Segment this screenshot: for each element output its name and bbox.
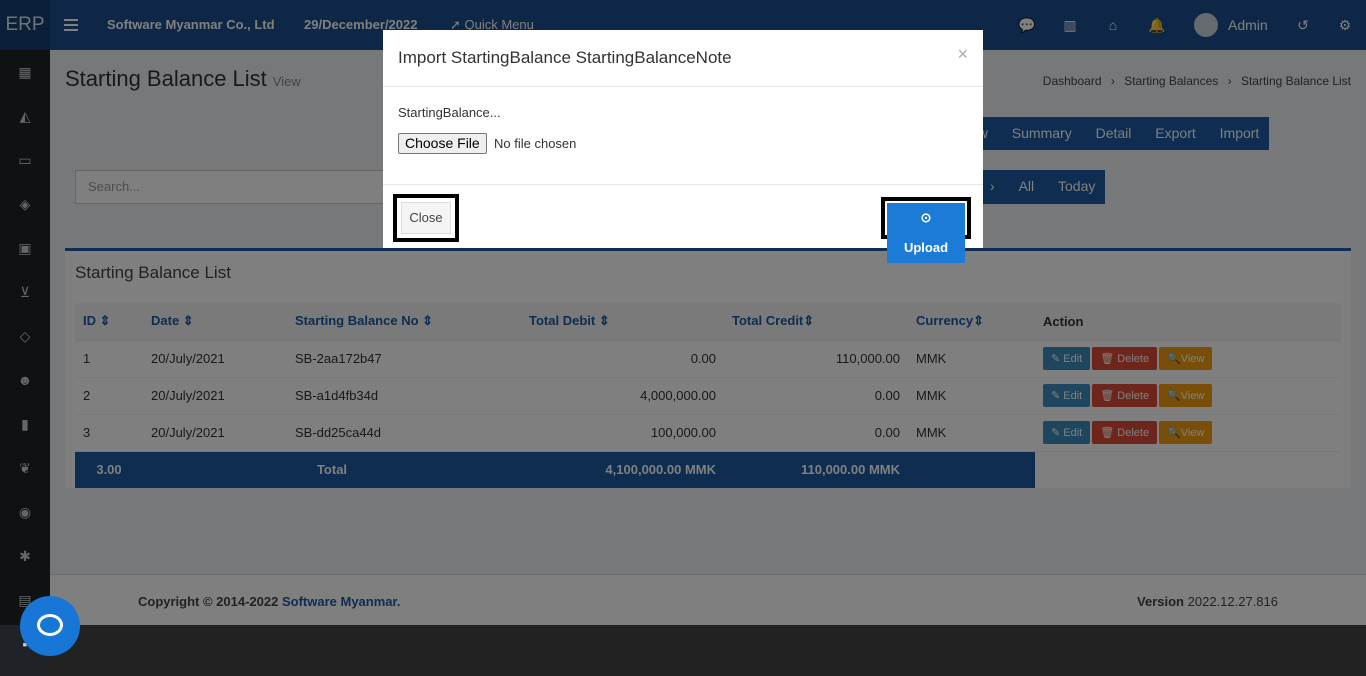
app: ERP Software Myanmar Co., Ltd 29/Decembe… — [0, 0, 1366, 676]
modal-header: Import StartingBalance StartingBalanceNo… — [383, 30, 983, 87]
file-field-label: StartingBalance... — [398, 105, 501, 120]
upload-label: Upload — [887, 233, 965, 263]
modal-title: Import StartingBalance StartingBalanceNo… — [398, 48, 732, 67]
file-status: No file chosen — [494, 136, 577, 151]
upload-button[interactable]: ⊙ Upload — [887, 203, 965, 263]
chat-widget-button[interactable] — [20, 596, 80, 656]
upload-icon: ⊙ — [887, 203, 965, 233]
chat-bubble-icon — [37, 614, 63, 636]
upload-button-highlight: ⊙ Upload — [881, 197, 971, 263]
close-button-highlight: Close — [393, 194, 459, 242]
modal-footer: Close ⊙ Upload — [383, 184, 983, 263]
close-button[interactable]: Close — [401, 202, 451, 234]
close-icon[interactable]: × — [957, 44, 968, 65]
import-modal: Import StartingBalance StartingBalanceNo… — [383, 30, 983, 263]
choose-file-button[interactable]: Choose File — [398, 133, 487, 154]
